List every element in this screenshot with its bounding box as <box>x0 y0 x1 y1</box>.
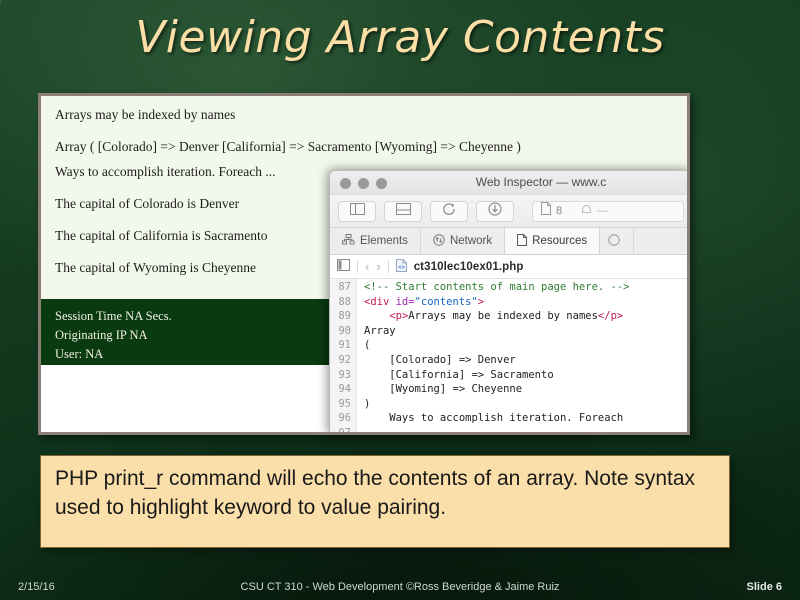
code-line: ( <box>364 338 630 353</box>
code-line-number: 87 <box>338 281 351 293</box>
forward-button[interactable]: › <box>376 260 380 273</box>
slide-canvas: Viewing Array Contents Arrays may be ind… <box>0 0 800 600</box>
dock-bottom-icon <box>395 202 411 220</box>
dock-side-icon <box>349 202 365 220</box>
resource-count: 8 <box>556 205 563 217</box>
reload-button[interactable] <box>430 200 468 222</box>
code-line-number: 97 <box>330 426 351 432</box>
code-token: > <box>477 295 485 308</box>
footer-slide-number: Slide 6 <box>746 581 782 593</box>
footer-date: 2/15/16 <box>18 581 55 593</box>
code-line: <!-- Start contents of main page here. -… <box>364 280 630 295</box>
inspector-status-group[interactable]: 8 — <box>532 200 684 222</box>
code-token: ) <box>364 397 371 410</box>
tab-resources-label: Resources <box>532 235 588 247</box>
tab-network[interactable]: Network <box>421 228 506 254</box>
breadcrumb-divider-1 <box>357 260 358 273</box>
code-line-number: 89 <box>338 310 351 323</box>
code-line-number: 91 <box>338 339 351 352</box>
code-token: ( <box>364 339 371 352</box>
dock-side-button[interactable] <box>338 200 376 222</box>
issue-dash: — <box>597 205 609 217</box>
code-token: id= <box>395 295 415 308</box>
code-line-number-gutter: 8788899091929394959697 <box>330 279 357 432</box>
code-line-number: 93 <box>338 368 351 381</box>
page-line-0: Arrays may be indexed by names <box>55 107 236 122</box>
code-line: ) <box>364 397 630 412</box>
browser-screenshot-frame: Arrays may be indexed by names Array ( [… <box>38 93 690 435</box>
code-token: [Colorado] => Denver <box>364 353 516 366</box>
code-line: [California] => Sacramento <box>364 368 630 383</box>
elements-tree-icon <box>342 234 355 248</box>
inspector-code-view[interactable]: 8788899091929394959697 <!-- Start conten… <box>330 279 687 432</box>
inspector-toolbar[interactable]: 8 — <box>330 195 687 228</box>
code-token: "contents" <box>414 295 478 308</box>
code-line: [Colorado] => Denver <box>364 353 630 368</box>
tab-network-label: Network <box>449 235 493 247</box>
inspector-tabbar[interactable]: Elements Network Resources <box>330 228 687 255</box>
caption-box: PHP print_r command will echo the conten… <box>40 455 730 548</box>
code-token: [Wyoming] => Cheyenne <box>364 383 523 396</box>
web-inspector-window[interactable]: Web Inspector — www.c 8 — Elements Netwo… <box>329 170 687 432</box>
code-token: Arrays may be indexed by names <box>408 310 598 323</box>
network-arrows-icon <box>433 233 445 249</box>
slide-footer: 2/15/16 CSU CT 310 - Web Development ©Ro… <box>0 574 800 600</box>
svg-text:<>: <> <box>398 264 406 271</box>
document-icon <box>541 202 551 220</box>
download-icon <box>488 201 502 221</box>
code-token: <!-- Start contents of main page here. -… <box>364 281 630 293</box>
code-line-number: 96 <box>338 412 351 425</box>
code-line-number: 95 <box>338 397 351 410</box>
breadcrumb-file-name[interactable]: ct310lec10ex01.php <box>414 261 524 273</box>
resources-document-icon <box>517 233 528 249</box>
php-file-icon: <> <box>395 258 407 275</box>
tab-resources[interactable]: Resources <box>505 228 601 254</box>
bell-icon <box>581 202 592 220</box>
code-line-number: 94 <box>338 383 351 396</box>
page-title: Viewing Array Contents <box>135 12 665 63</box>
back-button[interactable]: ‹ <box>365 260 369 273</box>
tab-elements[interactable]: Elements <box>330 228 421 254</box>
code-token: [California] => Sacramento <box>364 368 554 381</box>
code-line: <div id="contents"> <box>364 295 630 310</box>
dock-bottom-button[interactable] <box>384 200 422 222</box>
code-line-number: 92 <box>338 353 351 366</box>
code-line: Array <box>364 324 630 339</box>
inspector-breadcrumb-bar[interactable]: ‹ › <> ct310lec10ex01.php <box>330 255 687 279</box>
tab-timelines[interactable] <box>600 228 635 254</box>
timeline-circle-icon <box>608 233 620 249</box>
reload-icon <box>442 202 456 221</box>
code-token: Array <box>364 324 396 337</box>
sidebar-toggle-icon[interactable] <box>337 259 350 274</box>
code-line: [Wyoming] => Cheyenne <box>364 382 630 397</box>
inspector-titlebar[interactable]: Web Inspector — www.c <box>330 171 687 195</box>
code-source-lines[interactable]: <!-- Start contents of main page here. -… <box>358 279 630 426</box>
code-token: <div <box>364 295 396 308</box>
code-line-number: 90 <box>338 324 351 337</box>
download-button[interactable] <box>476 200 514 222</box>
footer-course-info: CSU CT 310 - Web Development ©Ross Bever… <box>240 581 560 593</box>
tab-elements-label: Elements <box>360 235 408 247</box>
breadcrumb-divider-2 <box>387 260 389 273</box>
code-line: <p>Arrays may be indexed by names</p> <box>364 309 630 324</box>
code-token: <p> <box>389 310 409 323</box>
code-line: Ways to accomplish iteration. Foreach <box>364 411 630 426</box>
code-token: Ways to accomplish iteration. Foreach <box>364 412 624 425</box>
page-line-1: Array ( [Colorado] => Denver [California… <box>55 138 521 154</box>
browser-screenshot-inner: Arrays may be indexed by names Array ( [… <box>41 96 687 432</box>
code-line-number: 88 <box>338 295 351 308</box>
code-token: </p> <box>597 310 624 323</box>
inspector-window-title: Web Inspector — www.c <box>475 175 607 189</box>
